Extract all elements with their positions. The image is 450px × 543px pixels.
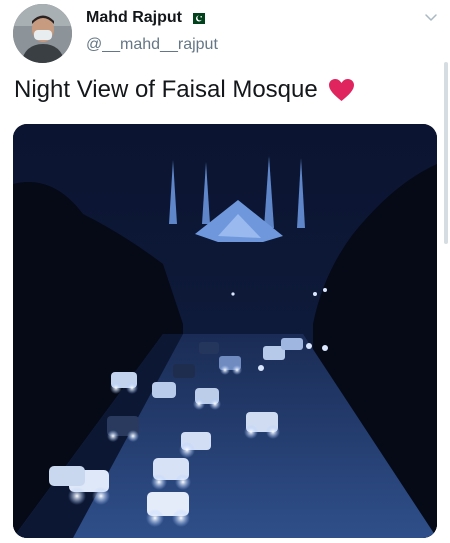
user-handle[interactable]: @__mahd__rajput [86,36,218,54]
car [49,466,85,486]
author-row: Mahd Rajput [86,9,205,27]
car [199,342,219,354]
car [173,364,195,378]
car [281,338,303,350]
tweet-text-content: Night View of Faisal Mosque [14,76,318,103]
red-heart-icon [328,79,354,101]
display-name[interactable]: Mahd Rajput [86,9,182,27]
avatar[interactable] [13,4,72,63]
tweet-media-image[interactable] [13,124,437,538]
tweet-text: Night View of Faisal Mosque [14,76,355,104]
night-mosque-photo [13,124,437,538]
pakistan-flag-icon [189,12,205,24]
chevron-down-icon[interactable] [423,9,439,25]
scrollbar[interactable] [444,62,448,244]
car [152,382,176,398]
